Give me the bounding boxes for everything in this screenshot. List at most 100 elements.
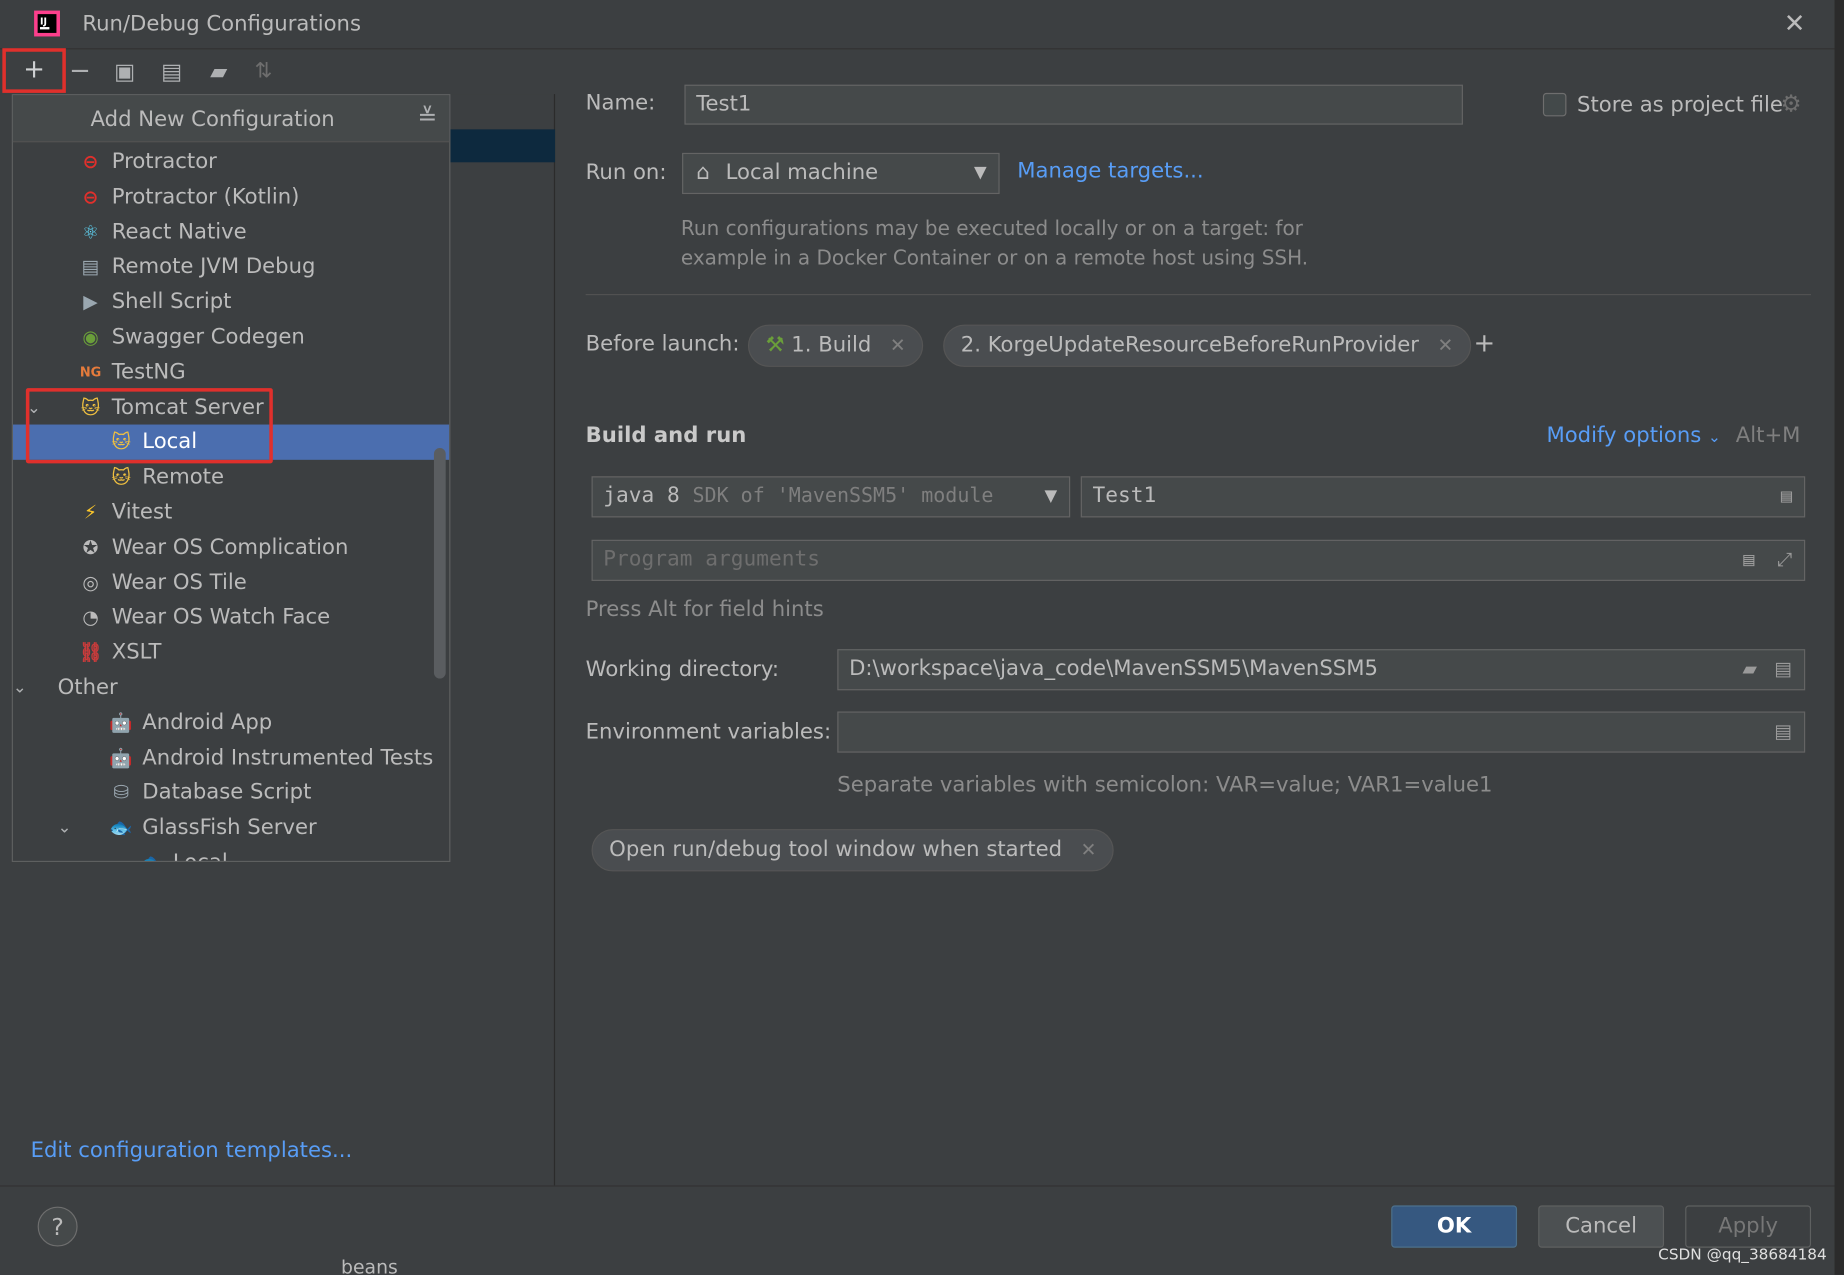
popup-scrollbar[interactable] bbox=[433, 448, 446, 679]
build-and-run-title: Build and run bbox=[585, 423, 747, 449]
config-type-label: Protractor bbox=[111, 149, 217, 175]
config-type-label: Other bbox=[57, 675, 118, 700]
macro-icon[interactable]: ▤ bbox=[1774, 650, 1792, 688]
cancel-button[interactable]: Cancel bbox=[1538, 1205, 1665, 1248]
before-launch-label: Before launch: bbox=[585, 331, 740, 357]
environment-variables-field[interactable]: ▤ bbox=[837, 711, 1806, 753]
config-type-item[interactable]: ⊖ Protractor (Kotlin) bbox=[13, 180, 449, 215]
edit-env-icon[interactable]: ▤ bbox=[1774, 713, 1792, 751]
config-type-item[interactable]: NG TestNG bbox=[13, 355, 449, 390]
remove-chip-icon[interactable]: ✕ bbox=[890, 334, 906, 356]
background-text: beans bbox=[341, 1255, 398, 1275]
config-type-item[interactable]: ⚡ Vitest bbox=[13, 495, 449, 530]
folder-icon[interactable]: ▰ bbox=[1742, 650, 1756, 688]
manage-targets-link[interactable]: Manage targets... bbox=[1017, 159, 1203, 184]
config-type-label: React Native bbox=[111, 219, 247, 245]
watermark: CSDN @qq_38684184 bbox=[1658, 1246, 1827, 1265]
sort-button[interactable]: ⇅ bbox=[247, 54, 280, 89]
run-on-value: Local machine bbox=[725, 159, 879, 185]
window-edge bbox=[1834, 0, 1844, 1275]
react-icon: ⚛ bbox=[82, 220, 99, 243]
help-button[interactable]: ? bbox=[37, 1206, 78, 1247]
config-type-label: Vitest bbox=[111, 499, 173, 525]
environment-variables-label: Environment variables: bbox=[585, 719, 832, 745]
working-directory-label: Working directory: bbox=[585, 657, 780, 683]
config-type-item[interactable]: 🐱 Remote bbox=[13, 460, 449, 495]
name-field[interactable]: Test1 bbox=[684, 84, 1463, 125]
remove-chip-icon[interactable]: ✕ bbox=[1437, 334, 1453, 356]
open-tool-window-chip[interactable]: Open run/debug tool window when started … bbox=[591, 829, 1115, 872]
before-launch-build-chip[interactable]: ⚒ 1. Build ✕ bbox=[747, 324, 924, 367]
store-as-project-checkbox[interactable] bbox=[1542, 92, 1567, 117]
config-type-item[interactable]: 🐟 Local bbox=[13, 846, 449, 861]
config-type-item[interactable]: ⚛ React Native bbox=[13, 215, 449, 250]
apply-button[interactable]: Apply bbox=[1685, 1205, 1812, 1248]
config-type-item[interactable]: ◉ Swagger Codegen bbox=[13, 320, 449, 355]
config-type-item[interactable]: ⊖ Protractor bbox=[13, 145, 449, 180]
svg-text:IJ: IJ bbox=[40, 17, 47, 28]
macro-icon[interactable]: ▤ bbox=[1743, 541, 1754, 579]
config-type-item[interactable]: ✪ Wear OS Complication bbox=[13, 530, 449, 565]
minus-icon: − bbox=[69, 56, 91, 86]
main-class-field[interactable]: Test1 ▤ bbox=[1080, 476, 1806, 518]
android-test-icon: 🤖 bbox=[109, 746, 133, 769]
program-arguments-placeholder: Program arguments bbox=[603, 546, 820, 572]
protractor-icon: ⊖ bbox=[82, 150, 99, 173]
glassfish-icon: 🐟 bbox=[109, 816, 133, 839]
before-launch-korge-chip[interactable]: 2. KorgeUpdateResourceBeforeRunProvider … bbox=[943, 324, 1471, 367]
config-type-item[interactable]: 🤖 Android App bbox=[13, 705, 449, 740]
ok-button[interactable]: OK bbox=[1391, 1205, 1518, 1248]
config-type-item[interactable]: ▤ Remote JVM Debug bbox=[13, 250, 449, 285]
config-type-item[interactable]: ⌄ 🐟 GlassFish Server bbox=[13, 810, 449, 845]
modify-options-link[interactable]: Modify options ⌄ bbox=[1546, 423, 1720, 448]
main-class-value: Test1 bbox=[1092, 483, 1157, 509]
config-type-label: XSLT bbox=[111, 639, 162, 665]
program-arguments-field[interactable]: Program arguments ▤ ⤢ bbox=[591, 539, 1806, 581]
popup-title: Add New Configuration bbox=[90, 107, 335, 132]
store-as-project-label: Store as project file bbox=[1577, 92, 1783, 118]
working-directory-field[interactable]: D:\workspace\java_code\MavenSSM5\MavenSS… bbox=[837, 649, 1806, 691]
remove-chip-icon[interactable]: ✕ bbox=[1081, 838, 1097, 860]
config-type-label: Swagger Codegen bbox=[111, 324, 305, 350]
modify-options-shortcut: Alt+M bbox=[1735, 423, 1801, 449]
config-type-item[interactable]: ⛓ XSLT bbox=[13, 635, 449, 670]
tree-selection-highlight bbox=[450, 129, 556, 163]
config-type-label: Remote bbox=[142, 464, 224, 490]
config-type-item[interactable]: ⛁ Database Script bbox=[13, 775, 449, 810]
config-type-label: Remote JVM Debug bbox=[111, 254, 316, 280]
config-type-label: Wear OS Complication bbox=[111, 534, 349, 560]
config-type-label: Android Instrumented Tests bbox=[142, 745, 434, 770]
config-type-label: TestNG bbox=[111, 359, 186, 385]
close-icon[interactable]: ✕ bbox=[1778, 9, 1811, 42]
sort-icon: ⇅ bbox=[254, 58, 273, 84]
shell-icon: ▶ bbox=[83, 290, 98, 314]
config-type-label: Android App bbox=[142, 710, 273, 735]
move-to-folder-button[interactable]: ▰ bbox=[202, 54, 235, 89]
config-type-item[interactable]: ⌄ Other bbox=[13, 670, 449, 705]
home-icon: ⌂ bbox=[696, 159, 710, 185]
config-type-item[interactable]: 🤖 Android Instrumented Tests bbox=[13, 740, 449, 775]
add-before-launch-icon[interactable]: + bbox=[1474, 329, 1496, 358]
edit-templates-link[interactable]: Edit configuration templates... bbox=[31, 1138, 353, 1163]
gear-icon[interactable]: ⚙ bbox=[1780, 89, 1801, 117]
expand-icon[interactable]: ⤢ bbox=[1777, 541, 1792, 579]
env-hint: Separate variables with semicolon: VAR=v… bbox=[837, 772, 1493, 798]
jdk-detail: SDK of 'MavenSSM5' module bbox=[692, 484, 994, 509]
chevron-down-icon[interactable]: ⌄ bbox=[58, 810, 72, 845]
wear-os-icon: ◎ bbox=[82, 571, 99, 594]
add-configuration-button[interactable]: + bbox=[2, 48, 66, 93]
collapse-all-icon[interactable]: ≚ bbox=[417, 102, 437, 130]
run-on-select[interactable]: ⌂ Local machine ▼ bbox=[682, 152, 1000, 195]
copy-configuration-button[interactable]: ▣ bbox=[108, 54, 141, 89]
chevron-down-icon: ⌄ bbox=[1708, 429, 1721, 447]
before-launch-build-label: 1. Build bbox=[791, 332, 872, 358]
jdk-select[interactable]: java 8 SDK of 'MavenSSM5' module ▼ bbox=[591, 476, 1071, 518]
browse-icon[interactable]: ▤ bbox=[1781, 477, 1792, 515]
save-configuration-button[interactable]: ▤ bbox=[155, 54, 188, 89]
config-type-item[interactable]: ◔ Wear OS Watch Face bbox=[13, 600, 449, 635]
config-type-item[interactable]: ◎ Wear OS Tile bbox=[13, 565, 449, 600]
chevron-down-icon[interactable]: ⌄ bbox=[13, 670, 27, 705]
plus-icon: + bbox=[23, 55, 45, 85]
remove-configuration-button[interactable]: − bbox=[64, 54, 97, 89]
config-type-item[interactable]: ▶ Shell Script bbox=[13, 285, 449, 320]
